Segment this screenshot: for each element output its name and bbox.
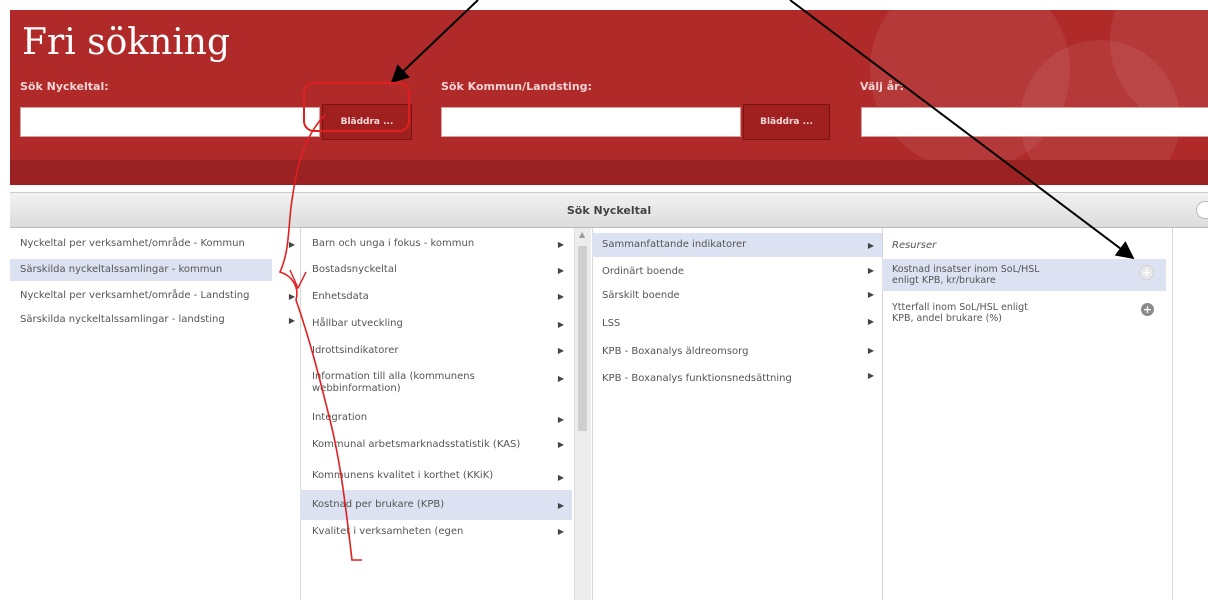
annotation-arrow-indicator [789, 0, 1135, 260]
annotation-circle-browse [303, 82, 410, 132]
annotation-arrow-browse [390, 0, 479, 84]
annotation-overlay [278, 0, 1135, 561]
annotation-tick [289, 269, 307, 290]
annotation-path [278, 114, 362, 561]
